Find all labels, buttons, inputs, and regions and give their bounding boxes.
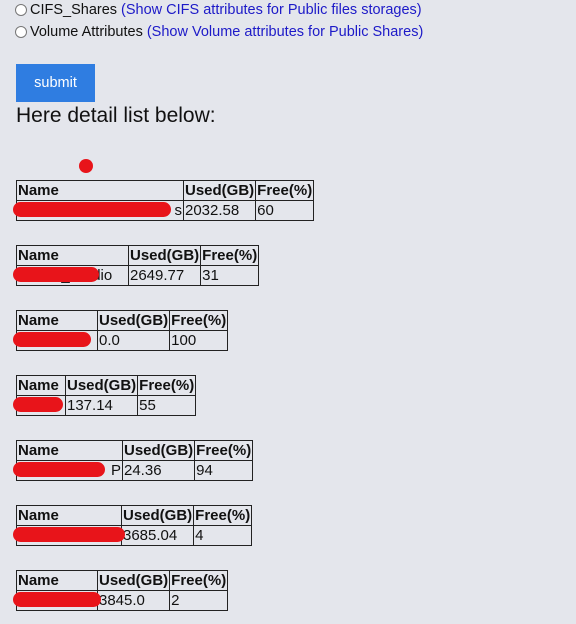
free-cell: 55: [137, 395, 197, 416]
free-header: Free(%): [169, 310, 229, 331]
detail-table: Name Used(GB) Free(%) 0.0 100: [13, 310, 229, 351]
redaction-mark: [13, 527, 125, 542]
name-header: Name: [16, 310, 98, 331]
free-header: Free(%): [193, 505, 253, 526]
table-header-row: Name Used(GB) Free(%): [16, 440, 254, 461]
detail-table: Name Used(GB) Free(%) Dance_Studio 2649.…: [13, 245, 260, 286]
submit-button[interactable]: submit: [16, 64, 95, 102]
redaction-mark: [13, 462, 105, 477]
detail-table: Name Used(GB) Free(%) 3845.0 2: [13, 570, 229, 611]
used-header: Used(GB): [120, 505, 195, 526]
table-row: 3685.04 4: [13, 525, 253, 546]
name-value: Dance_Studio: [18, 267, 113, 284]
volume-attributes-label: Volume Attributes: [30, 24, 143, 40]
free-cell: 4: [193, 525, 253, 546]
used-header: Used(GB): [96, 570, 171, 591]
used-header: Used(GB): [121, 440, 196, 461]
table-header-row: Name Used(GB) Free(%): [16, 505, 253, 526]
name-cell: [13, 395, 66, 416]
red-dot-marker: [79, 159, 93, 173]
name-header: Name: [16, 570, 98, 591]
redaction-mark: [13, 332, 91, 347]
table-row: 3845.0 2: [13, 590, 229, 611]
option-volume-attributes[interactable]: Volume Attributes (Show Volume attribute…: [15, 22, 423, 42]
name-cell: [13, 330, 98, 351]
redaction-mark: [13, 397, 63, 412]
table-row: 0.0 100: [13, 330, 229, 351]
free-cell: 60: [255, 200, 315, 221]
detail-table: Name Used(GB) Free(%) 3685.04 4: [13, 505, 253, 546]
detail-table: Name Used(GB) Free(%) s 2032.58 60: [13, 180, 315, 221]
used-header: Used(GB): [96, 310, 171, 331]
redaction-mark: [13, 592, 101, 607]
name-header: Name: [16, 505, 122, 526]
name-header: Name: [16, 245, 129, 266]
free-cell: 100: [169, 330, 229, 351]
free-header: Free(%): [137, 375, 197, 396]
free-header: Free(%): [200, 245, 260, 266]
used-cell: 137.14: [64, 395, 139, 416]
name-cell: [13, 590, 101, 611]
table-row: 137.14 55: [13, 395, 197, 416]
cifs-shares-radio[interactable]: [15, 4, 27, 16]
used-header: Used(GB): [64, 375, 139, 396]
cifs-shares-label: CIFS_Shares: [30, 2, 118, 18]
volume-attributes-radio[interactable]: [15, 26, 27, 38]
table-header-row: Name Used(GB) Free(%): [16, 310, 229, 331]
name-cell: Dance_Studio: [13, 265, 129, 286]
free-header: Free(%): [194, 440, 254, 461]
table-row: P 24.36 94: [13, 460, 254, 481]
free-cell: 2: [169, 590, 229, 611]
used-cell: 3845.0: [96, 590, 171, 611]
name-cell: s: [13, 200, 184, 221]
detail-table: Name Used(GB) Free(%) P 24.36 94: [13, 440, 254, 481]
free-header: Free(%): [169, 570, 229, 591]
name-header: Name: [16, 180, 184, 201]
table-row: Dance_Studio 2649.77 31: [13, 265, 260, 286]
free-header: Free(%): [255, 180, 315, 201]
name-value: s: [174, 202, 183, 219]
redaction-mark: [13, 202, 171, 217]
name-value: P: [110, 462, 121, 479]
used-header: Used(GB): [127, 245, 202, 266]
table-row: s 2032.58 60: [13, 200, 315, 221]
used-cell: 3685.04: [120, 525, 195, 546]
table-header-row: Name Used(GB) Free(%): [16, 245, 260, 266]
cifs-shares-description: (Show CIFS attributes for Public files s…: [121, 2, 422, 18]
table-header-row: Name Used(GB) Free(%): [16, 570, 229, 591]
name-header: Name: [16, 440, 123, 461]
name-header: Name: [16, 375, 66, 396]
table-header-row: Name Used(GB) Free(%): [16, 375, 197, 396]
detail-table: Name Used(GB) Free(%) 137.14 55: [13, 375, 197, 416]
used-cell: 2032.58: [182, 200, 257, 221]
name-cell: P: [13, 460, 123, 481]
table-header-row: Name Used(GB) Free(%): [16, 180, 315, 201]
free-cell: 31: [200, 265, 260, 286]
used-header: Used(GB): [182, 180, 257, 201]
option-cifs-shares[interactable]: CIFS_Shares (Show CIFS attributes for Pu…: [15, 0, 422, 20]
used-cell: 24.36: [121, 460, 196, 481]
volume-attributes-description: (Show Volume attributes for Public Share…: [146, 24, 424, 40]
free-cell: 94: [194, 460, 254, 481]
name-cell: [13, 525, 125, 546]
used-cell: 2649.77: [127, 265, 202, 286]
page-heading: Here detail list below:: [16, 104, 216, 127]
used-cell: 0.0: [96, 330, 171, 351]
